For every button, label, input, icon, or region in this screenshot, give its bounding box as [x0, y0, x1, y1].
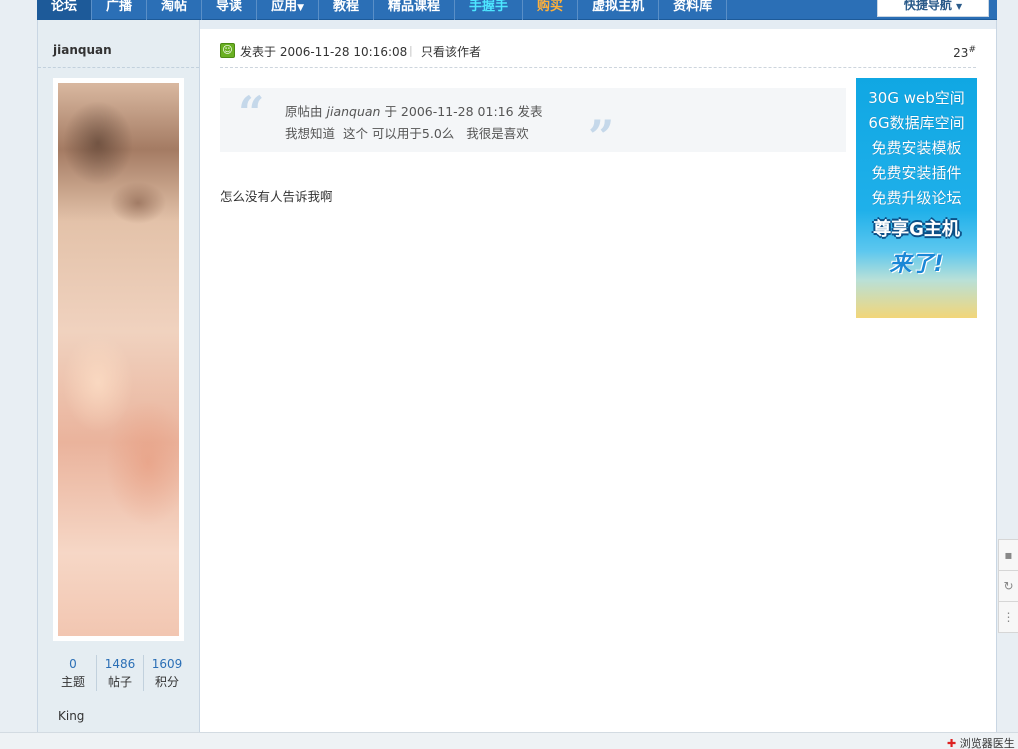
floor-number[interactable]: 23# [953, 45, 976, 60]
chevron-down-icon: ▼ [956, 2, 963, 11]
stat-threads[interactable]: 0 主题 [50, 655, 96, 691]
quote-text: 我想知道 这个 可以用于5.0么 我很是喜欢 [285, 126, 529, 141]
ad-line: 免费安装模板 [871, 139, 962, 157]
ad-tagline: 来了! [889, 252, 944, 277]
nav-item-buy[interactable]: 购买 [523, 0, 579, 20]
hosting-ad-banner[interactable]: 30G web空间 6G数据库空间 免费安装模板 免费安装插件 免费升级论坛 尊… [856, 78, 977, 318]
share-icon[interactable]: ↻ [999, 571, 1018, 602]
quote-prefix: 原帖由 [285, 104, 323, 119]
post-top-stripe [200, 20, 996, 29]
user-rank: King [58, 709, 85, 723]
ad-line: 免费安装插件 [871, 164, 962, 182]
stat-posts-label: 帖子 [107, 675, 132, 689]
online-status-icon: ☺ [220, 43, 235, 58]
view-author-only-link[interactable]: 只看该作者 [421, 43, 481, 60]
stat-points-label: 积分 [154, 675, 179, 689]
stat-points[interactable]: 1609 积分 [143, 655, 190, 691]
ad-highlight: 尊享G主机 [873, 219, 960, 240]
nav-item-hand-in-hand[interactable]: 手握手 [455, 0, 524, 20]
nav-item-virtual-host[interactable]: 虚拟主机 [578, 0, 660, 20]
ad-line: 6G数据库空间 [868, 114, 965, 132]
ad-line: 30G web空间 [868, 89, 965, 107]
browser-doctor-link[interactable]: ✚ 浏览器医生 [947, 735, 1015, 749]
user-sidebar: jianquan 0 主题 1486 帖子 1609 积分 King [38, 20, 200, 732]
header-separator: | [409, 44, 413, 57]
nav-item-apps-label: 应用 [271, 0, 298, 14]
post-timestamp: 发表于 2006-11-28 10:16:08 [240, 45, 408, 59]
grid-icon[interactable]: ⋮ [999, 602, 1018, 633]
floor-number-value: 23 [953, 46, 969, 60]
divider [38, 67, 199, 68]
stat-threads-label: 主题 [60, 675, 85, 689]
floor-number-suffix: # [968, 45, 976, 55]
floating-toolbar: ▪ ↻ ⋮ [998, 539, 1018, 633]
stat-points-value: 1609 [151, 657, 183, 671]
nav-item-forum[interactable]: 论坛 [37, 0, 93, 20]
quote-close-icon: ” [588, 110, 615, 164]
browser-doctor-label: 浏览器医生 [959, 737, 1015, 749]
nav-item-broadcast[interactable]: 广播 [92, 0, 148, 20]
nav-item-tutorials[interactable]: 教程 [319, 0, 375, 20]
stat-posts[interactable]: 1486 帖子 [96, 655, 143, 691]
nav-item-collections[interactable]: 淘帖 [147, 0, 203, 20]
nav-item-library[interactable]: 资料库 [659, 0, 728, 20]
post-message: 怎么没有人告诉我啊 [220, 189, 333, 204]
plus-icon: ✚ [947, 737, 957, 749]
nav-item-guide[interactable]: 导读 [202, 0, 258, 20]
ad-line: 免费升级论坛 [871, 189, 962, 207]
username-link[interactable]: jianquan [53, 43, 112, 57]
nav-item-apps[interactable]: 应用▼ [257, 0, 319, 20]
chevron-down-icon: ▼ [297, 3, 304, 13]
top-nav: 论坛 广播 淘帖 导读 应用▼ 教程 精品课程 手握手 购买 虚拟主机 资料库 … [37, 0, 997, 20]
user-stats: 0 主题 1486 帖子 1609 积分 [50, 655, 190, 691]
quote-open-icon: “ [238, 86, 265, 140]
avatar[interactable] [58, 83, 179, 636]
stat-threads-value: 0 [69, 657, 77, 671]
status-bar: ✚ 浏览器医生 [0, 732, 1018, 749]
avatar-frame [53, 78, 184, 641]
divider [220, 67, 976, 68]
stat-posts-value: 1486 [104, 657, 136, 671]
comment-icon[interactable]: ▪ [999, 540, 1018, 571]
quick-nav-label: 快捷导航 [903, 0, 952, 12]
quick-nav-button[interactable]: 快捷导航 ▼ [877, 0, 989, 17]
quote-author-link[interactable]: jianquan [327, 104, 381, 119]
nav-item-courses[interactable]: 精品课程 [374, 0, 456, 20]
quote-block: “ 原帖由 jianquan 于 2006-11-28 01:16 发表 我想知… [220, 86, 846, 160]
quote-header: 原帖由 jianquan 于 2006-11-28 01:16 发表 [285, 101, 543, 120]
quote-suffix: 于 2006-11-28 01:16 发表 [384, 104, 543, 119]
post-container: jianquan 0 主题 1486 帖子 1609 积分 King ☺ 发表于… [37, 20, 997, 732]
